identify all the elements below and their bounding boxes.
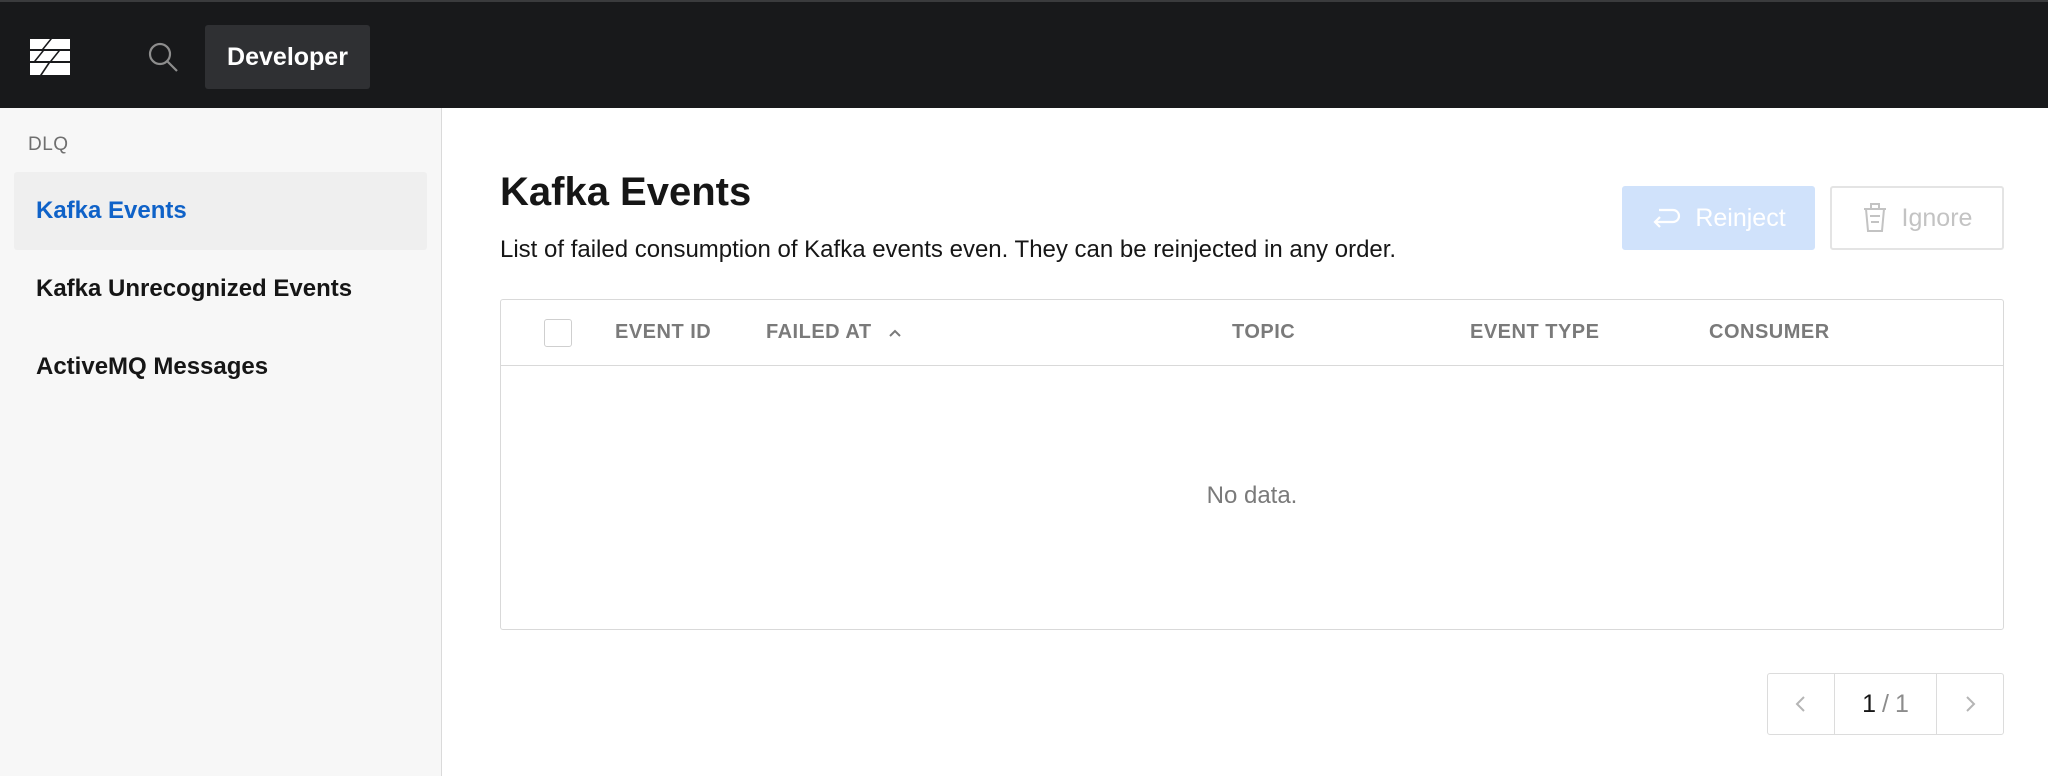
current-page: 1 — [1862, 689, 1877, 718]
environment-button[interactable]: Developer — [205, 25, 370, 89]
brand-logo-icon[interactable] — [28, 35, 72, 79]
main-content: Kafka Events List of failed consumption … — [443, 108, 2048, 776]
chevron-left-icon — [1795, 696, 1805, 712]
ignore-button[interactable]: Ignore — [1830, 186, 2004, 250]
column-header-consumer[interactable]: CONSUMER — [1709, 321, 1830, 344]
total-pages: 1 — [1894, 689, 1909, 718]
chevron-right-icon — [1966, 696, 1976, 712]
search-icon[interactable] — [146, 40, 180, 74]
page-description: List of failed consumption of Kafka even… — [500, 236, 1397, 263]
previous-page-button[interactable] — [1768, 674, 1834, 734]
return-arrow-icon — [1653, 208, 1681, 228]
page-title: Kafka Events — [500, 170, 752, 214]
sidebar: DLQ Kafka Events Kafka Unrecognized Even… — [0, 108, 442, 776]
sidebar-section-label: DLQ — [28, 134, 69, 155]
sidebar-item-kafka-unrecognized-events[interactable]: Kafka Unrecognized Events — [14, 250, 427, 328]
reinject-button[interactable]: Reinject — [1622, 186, 1815, 250]
table-header: EVENT ID FAILED AT TOPIC EVENT TYPE CONS… — [501, 300, 2003, 366]
column-header-event-type[interactable]: EVENT TYPE — [1470, 321, 1599, 344]
sidebar-item-activemq-messages[interactable]: ActiveMQ Messages — [14, 328, 427, 406]
column-header-topic[interactable]: TOPIC — [1232, 321, 1295, 344]
events-table: EVENT ID FAILED AT TOPIC EVENT TYPE CONS… — [500, 299, 2004, 630]
page-separator: / — [1882, 689, 1889, 718]
trash-icon — [1863, 203, 1886, 232]
ignore-label: Ignore — [1901, 203, 1973, 232]
reinject-label: Reinject — [1695, 203, 1786, 232]
top-navigation-bar: Developer — [0, 0, 2048, 108]
column-header-failed-at[interactable]: FAILED AT — [766, 321, 872, 344]
next-page-button[interactable] — [1937, 674, 2003, 734]
column-header-event-id[interactable]: EVENT ID — [615, 321, 711, 344]
select-all-checkbox[interactable] — [544, 319, 572, 347]
sort-ascending-icon[interactable] — [887, 325, 903, 341]
page-indicator: 1 / 1 — [1834, 674, 1937, 734]
empty-table-message: No data. — [1206, 482, 1298, 509]
sidebar-item-kafka-events[interactable]: Kafka Events — [14, 172, 427, 250]
pagination: 1 / 1 — [1767, 673, 2004, 735]
